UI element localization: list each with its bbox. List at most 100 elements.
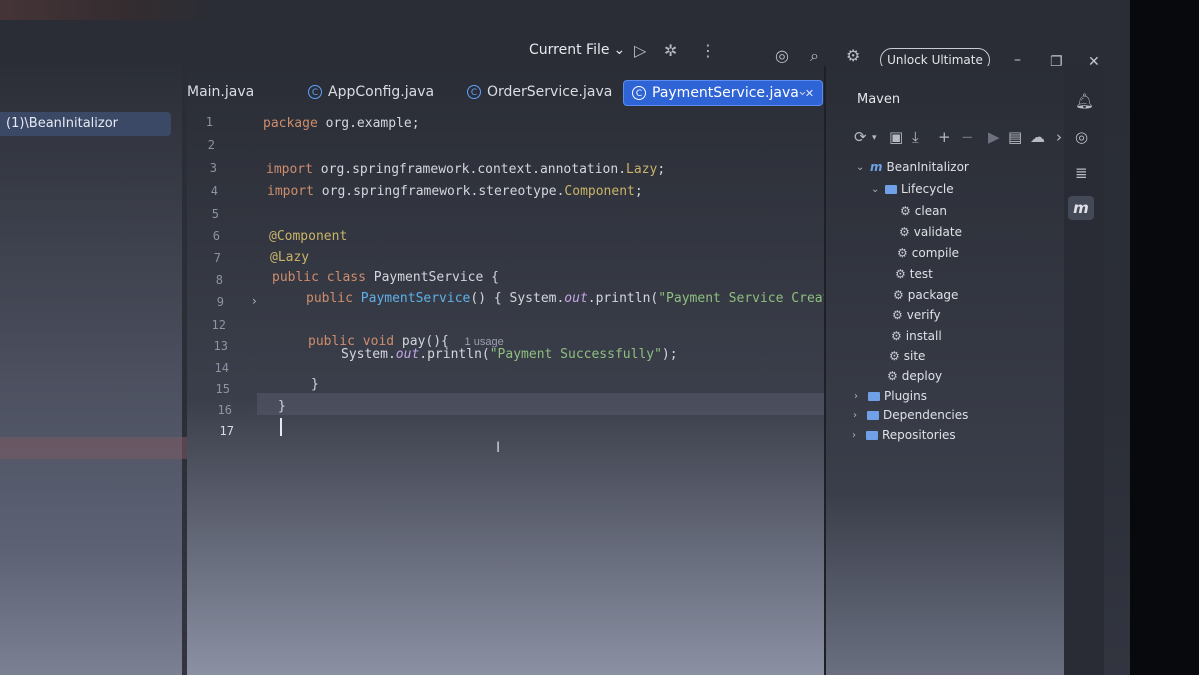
settings-gear-icon[interactable]: ⚙ <box>846 48 860 64</box>
fold-expand-icon[interactable]: › <box>252 294 257 308</box>
repositories-node[interactable]: › Repositories <box>852 428 956 442</box>
class-icon: C <box>308 85 322 99</box>
line-number-current: 17 <box>219 424 234 438</box>
code-line-8[interactable]: public class PaymentService { <box>272 270 499 285</box>
code-keyword: public class <box>272 270 366 285</box>
dependencies-node[interactable]: › Dependencies <box>853 408 968 422</box>
lifecycle-node[interactable]: ⌄ Lifecycle <box>871 182 954 196</box>
remove-icon[interactable]: − <box>961 128 974 146</box>
phase-package[interactable]: ⚙ package <box>893 288 958 302</box>
ai-chat-icon[interactable]: ◎ <box>1075 128 1088 146</box>
plugins-node[interactable]: › Plugins <box>854 389 927 403</box>
folder-icon <box>866 430 878 440</box>
line-number: 7 <box>213 251 221 265</box>
tab-label: Main.java <box>187 84 255 100</box>
maven-tool-button[interactable]: m <box>1068 196 1094 220</box>
code-type: Lazy <box>626 162 658 177</box>
code-text: .println( <box>587 291 659 306</box>
code-line-6[interactable]: @Component <box>269 229 347 244</box>
phase-compile[interactable]: ⚙ compile <box>897 246 959 260</box>
phase-label: test <box>909 267 933 281</box>
add-project-icon[interactable]: ▣ <box>889 128 903 146</box>
chevron-right-icon: › <box>854 390 858 402</box>
more-tools-chevron-icon[interactable]: › <box>1056 128 1062 146</box>
gear-icon: ⚙ <box>895 267 906 281</box>
gear-icon: ⚙ <box>892 308 903 322</box>
code-line-14[interactable]: System.out.println("Payment Successfully… <box>341 347 678 362</box>
phase-verify[interactable]: ⚙ verify <box>892 308 941 322</box>
add-icon[interactable]: + <box>938 128 951 146</box>
debug-icon[interactable]: ✲ <box>664 43 677 59</box>
phase-test[interactable]: ⚙ test <box>895 267 933 281</box>
phase-site[interactable]: ⚙ site <box>889 349 925 363</box>
project-tool-window <box>0 62 182 675</box>
error-highlight-row <box>0 437 206 459</box>
phase-clean[interactable]: ⚙ clean <box>900 204 947 218</box>
maven-root-node[interactable]: ⌄ m BeanInitalizor <box>856 160 969 174</box>
code-string: "Payment Successfully" <box>489 347 662 362</box>
folder-icon <box>868 391 880 401</box>
code-line-3[interactable]: import org.springframework.context.annot… <box>266 162 665 177</box>
code-line-4[interactable]: import org.springframework.stereotype.Co… <box>267 184 643 199</box>
run-config-dropdown[interactable]: Current File ⌄ <box>529 42 625 58</box>
mouse-ibeam-cursor: I <box>496 440 501 456</box>
line-number: 14 <box>214 361 229 375</box>
code-line-1[interactable]: package org.example; <box>263 116 420 131</box>
code-line-9[interactable]: public PaymentService() { System.out.pri… <box>306 291 862 306</box>
tab-orderservice-java[interactable]: C OrderService.java <box>467 80 612 104</box>
phase-deploy[interactable]: ⚙ deploy <box>887 369 942 383</box>
group-label: Dependencies <box>883 408 969 422</box>
tab-label: PaymentService.java <box>652 85 799 101</box>
gear-icon: ⚙ <box>891 329 902 343</box>
chevron-right-icon: › <box>852 429 856 441</box>
more-options-icon[interactable]: ⋮ <box>700 43 716 59</box>
gear-icon: ⚙ <box>900 204 911 218</box>
chevron-down-icon: ⌄ <box>871 183 880 195</box>
group-label: Plugins <box>884 389 927 403</box>
run-maven-icon[interactable]: ▶ <box>988 128 1000 146</box>
download-icon[interactable]: ⤓ <box>912 128 919 146</box>
folder-icon <box>885 184 897 194</box>
line-number: 15 <box>215 382 230 396</box>
tab-appconfig-java[interactable]: C AppConfig.java <box>308 80 434 104</box>
database-icon[interactable]: ≣ <box>1075 164 1088 182</box>
right-tool-strip <box>1064 66 1104 675</box>
code-keyword: import <box>267 184 314 199</box>
code-type: Component <box>564 184 635 199</box>
ai-assistant-icon[interactable]: ◎ <box>775 48 789 64</box>
run-icon[interactable]: ▷ <box>634 43 646 59</box>
line-number: 9 <box>216 295 224 309</box>
code-text: .println( <box>419 347 490 362</box>
phase-install[interactable]: ⚙ install <box>891 329 942 343</box>
execute-goal-icon[interactable]: ▤ <box>1008 128 1022 146</box>
phase-label: clean <box>914 204 948 218</box>
gear-icon: ⚙ <box>899 225 910 239</box>
phase-label: compile <box>911 246 960 260</box>
notifications-bell-icon[interactable]: 🔔︎ <box>1075 92 1094 110</box>
maven-root-label: BeanInitalizor <box>886 160 969 174</box>
gear-icon: ⚙ <box>887 369 898 383</box>
phase-label: site <box>903 349 926 363</box>
code-keyword: package <box>263 116 318 131</box>
phase-validate[interactable]: ⚙ validate <box>899 225 962 239</box>
reload-icon[interactable]: ⟳ <box>854 128 867 146</box>
tab-main-java[interactable]: Main.java <box>187 80 254 104</box>
chevron-right-icon: › <box>853 409 857 421</box>
search-icon[interactable]: ⌕ <box>810 48 819 64</box>
code-text: PaymentService { <box>365 270 499 285</box>
code-line-7[interactable]: @Lazy <box>270 250 309 265</box>
code-line-15[interactable]: } <box>311 377 319 392</box>
tab-label: OrderService.java <box>487 84 613 100</box>
project-tree-item-selected[interactable]: (1)\BeanInitalizor <box>0 112 171 136</box>
code-text: () { System. <box>470 291 565 306</box>
tab-paymentservice-java[interactable]: C PaymentService.java ✕ <box>623 80 824 106</box>
text-caret <box>280 418 282 436</box>
line-number: 12 <box>211 318 226 332</box>
phase-label: validate <box>913 225 962 239</box>
code-editor[interactable] <box>187 66 827 675</box>
tab-list-chevron-icon[interactable]: ⌄ <box>797 84 808 99</box>
code-line-16[interactable]: } <box>278 399 286 414</box>
reload-dropdown-icon[interactable]: ▾ <box>872 133 877 143</box>
offline-mode-icon[interactable]: ☁ <box>1030 128 1045 146</box>
code-text: ; <box>657 162 666 177</box>
